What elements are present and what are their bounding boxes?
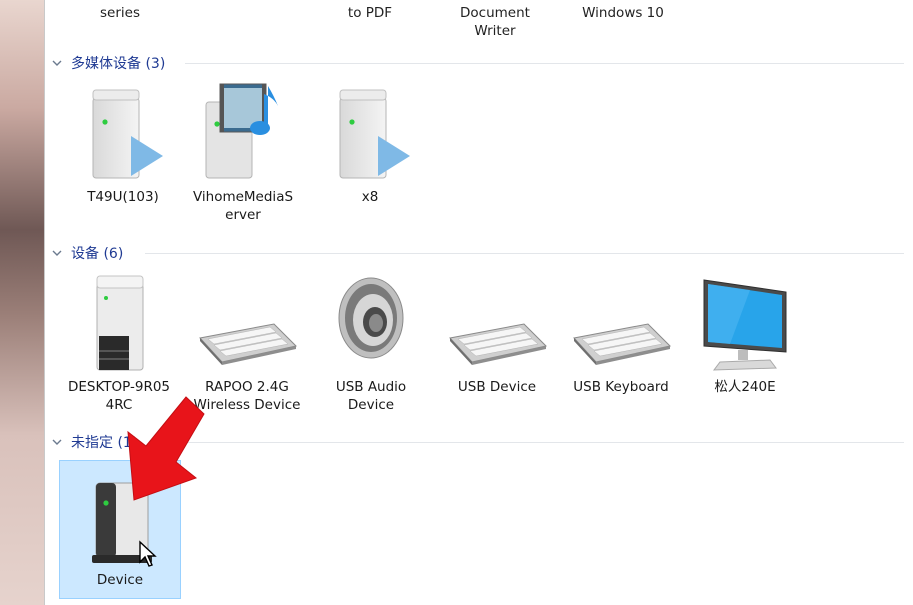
- group-divider: [165, 442, 904, 443]
- media-server-film-icon: [183, 76, 303, 186]
- speaker-icon: [311, 266, 431, 376]
- printer-label-to-pdf[interactable]: to PDF: [310, 4, 430, 22]
- device-label: DESKTOP-9R05 4RC: [67, 379, 171, 413]
- chevron-down-icon[interactable]: [51, 57, 63, 69]
- group-header-devices[interactable]: 设备 (6): [51, 242, 123, 264]
- monitor-icon: [685, 266, 805, 376]
- device-label: USB Audio Device: [335, 379, 407, 413]
- devices-and-printers-window: series to PDF Document Writer Windows 10…: [44, 0, 913, 605]
- device-item-device-selected[interactable]: Device: [59, 460, 181, 599]
- media-server-play-icon: [310, 76, 430, 186]
- chevron-down-icon[interactable]: [51, 247, 63, 259]
- group-header-multimedia[interactable]: 多媒体设备 (3): [51, 52, 165, 74]
- device-item-vihome[interactable]: VihomeMediaS erver: [183, 76, 303, 224]
- printer-label-series[interactable]: series: [60, 4, 180, 22]
- mouse-cursor-icon: [139, 540, 157, 567]
- group-title-multimedia: 多媒体设备 (3): [71, 56, 166, 72]
- group-divider: [185, 63, 904, 64]
- printer-label-document-writer[interactable]: Document Writer: [435, 4, 555, 40]
- printer-label-windows10[interactable]: Windows 10: [563, 4, 683, 22]
- device-label: x8: [361, 189, 379, 205]
- chevron-down-icon[interactable]: [51, 436, 63, 448]
- device-label: 松人240E: [714, 379, 776, 395]
- group-title-unspecified: 未指定 (1): [71, 435, 138, 451]
- device-label: Device: [96, 572, 144, 588]
- keyboard-icon: [561, 266, 681, 376]
- group-divider: [145, 253, 904, 254]
- keyboard-icon: [437, 266, 557, 376]
- computer-tower-icon: [59, 266, 179, 376]
- media-server-play-icon: [63, 76, 183, 186]
- device-label: USB Device: [457, 379, 537, 395]
- device-label: T49U(103): [87, 189, 159, 205]
- device-item-usb-device[interactable]: USB Device: [437, 266, 557, 396]
- device-item-usb-audio[interactable]: USB Audio Device: [311, 266, 431, 414]
- device-label: VihomeMediaS erver: [192, 189, 294, 223]
- device-item-x8[interactable]: x8: [310, 76, 430, 206]
- background-photo: [0, 0, 44, 605]
- device-label: USB Keyboard: [573, 379, 669, 395]
- group-header-unspecified[interactable]: 未指定 (1): [51, 431, 137, 453]
- group-title-devices: 设备 (6): [71, 246, 124, 262]
- device-item-desktop[interactable]: DESKTOP-9R05 4RC: [59, 266, 179, 414]
- keyboard-icon: [187, 266, 307, 376]
- device-item-monitor[interactable]: 松人240E: [685, 266, 805, 396]
- device-item-rapoo[interactable]: RAPOO 2.4G Wireless Device: [187, 266, 307, 414]
- generic-device-icon: [60, 461, 180, 571]
- device-item-usb-keyboard[interactable]: USB Keyboard: [561, 266, 681, 396]
- device-label: RAPOO 2.4G Wireless Device: [193, 379, 301, 413]
- device-item-t49u[interactable]: T49U(103): [63, 76, 183, 206]
- printer-row-partial: series to PDF Document Writer Windows 10: [45, 0, 913, 46]
